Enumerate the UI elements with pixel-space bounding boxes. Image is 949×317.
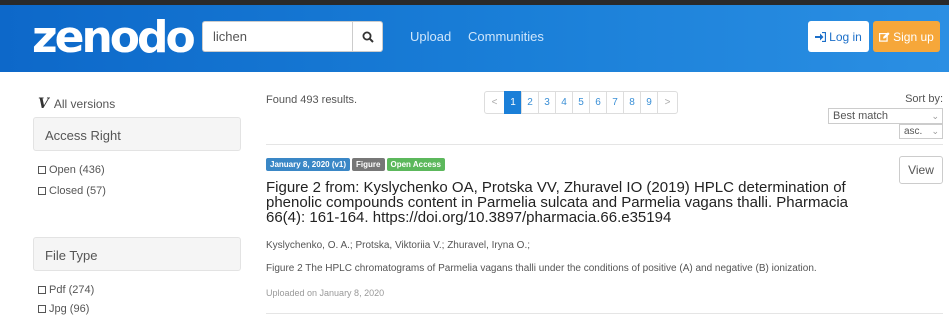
chevron-down-icon: ⌄ [931, 111, 939, 121]
page-5[interactable]: 5 [572, 91, 590, 114]
access-badge[interactable]: Open Access [386, 158, 445, 171]
nav-communities[interactable]: Communities [468, 29, 544, 44]
login-button[interactable]: Log in [808, 21, 869, 52]
chevron-down-icon: ⌄ [931, 126, 939, 136]
login-icon [815, 31, 827, 42]
divider [266, 313, 943, 314]
login-label: Log in [829, 29, 862, 44]
page-7[interactable]: 7 [606, 91, 624, 114]
page-3[interactable]: 3 [538, 91, 556, 114]
type-badge[interactable]: Figure [352, 158, 385, 171]
record-title[interactable]: Figure 2 from: Kyslychenko OA, Protska V… [266, 180, 891, 225]
record-description: Figure 2 The HPLC chromatograms of Parme… [266, 263, 817, 274]
view-button[interactable]: View [899, 156, 943, 184]
results-count: Found 493 results. [266, 94, 358, 106]
search-icon [362, 31, 374, 43]
record-authors: Kyslychenko, O. A.; Protska, Viktoriia V… [266, 240, 530, 251]
record-uploaded-date: Uploaded on January 8, 2020 [266, 288, 385, 298]
divider [266, 144, 943, 145]
search-bar [202, 21, 383, 52]
search-input[interactable] [202, 21, 352, 52]
page-1[interactable]: 1 [504, 91, 522, 114]
page-next[interactable]: > [657, 91, 678, 114]
page-4[interactable]: 4 [555, 91, 573, 114]
facet-item-open[interactable]: Open (436) [38, 164, 105, 176]
checkbox[interactable] [38, 286, 46, 294]
facet-item-label: Open (436) [49, 164, 105, 176]
facet-file-type-header[interactable]: File Type [33, 237, 241, 271]
sort-label: Sort by: [905, 93, 943, 105]
facet-item-label: Jpg (96) [49, 303, 90, 315]
version-badge[interactable]: January 8, 2020 (v1) [266, 158, 351, 171]
all-versions-label: All versions [53, 97, 116, 111]
page-8[interactable]: 8 [623, 91, 641, 114]
facet-item-jpg[interactable]: Jpg (96) [38, 303, 89, 315]
sort-selected: Best match [833, 110, 889, 122]
page-6[interactable]: 6 [589, 91, 607, 114]
edit-icon [879, 31, 890, 42]
search-button[interactable] [352, 21, 383, 52]
facet-item-closed[interactable]: Closed (57) [38, 185, 106, 197]
checkbox[interactable] [38, 187, 46, 195]
sort-select[interactable]: Best match ⌄ [828, 108, 943, 124]
facet-item-label: Closed (57) [49, 185, 106, 197]
header: zenodo Upload Communities Log in Sign up [0, 5, 949, 72]
page-9[interactable]: 9 [640, 91, 658, 114]
all-versions-toggle[interactable]: V All versions [38, 96, 115, 112]
page-prev[interactable]: < [484, 91, 505, 114]
zenodo-logo[interactable]: zenodo [32, 13, 196, 63]
pagination: < 1 2 3 4 5 6 7 8 9 > [484, 91, 678, 114]
signup-button[interactable]: Sign up [873, 21, 940, 52]
checkbox[interactable] [38, 305, 46, 313]
checkbox[interactable] [38, 166, 46, 174]
facet-item-label: Pdf (274) [49, 284, 95, 296]
order-selected: asc. [904, 126, 923, 137]
nav-upload[interactable]: Upload [410, 29, 451, 44]
page-2[interactable]: 2 [521, 91, 539, 114]
record-badges: January 8, 2020 (v1) Figure Open Access [266, 158, 445, 171]
facet-access-right-header[interactable]: Access Right [33, 117, 241, 151]
facet-item-pdf[interactable]: Pdf (274) [38, 284, 94, 296]
order-select[interactable]: asc. ⌄ [899, 124, 943, 139]
signup-label: Sign up [893, 29, 934, 44]
versions-icon: V [38, 96, 49, 112]
